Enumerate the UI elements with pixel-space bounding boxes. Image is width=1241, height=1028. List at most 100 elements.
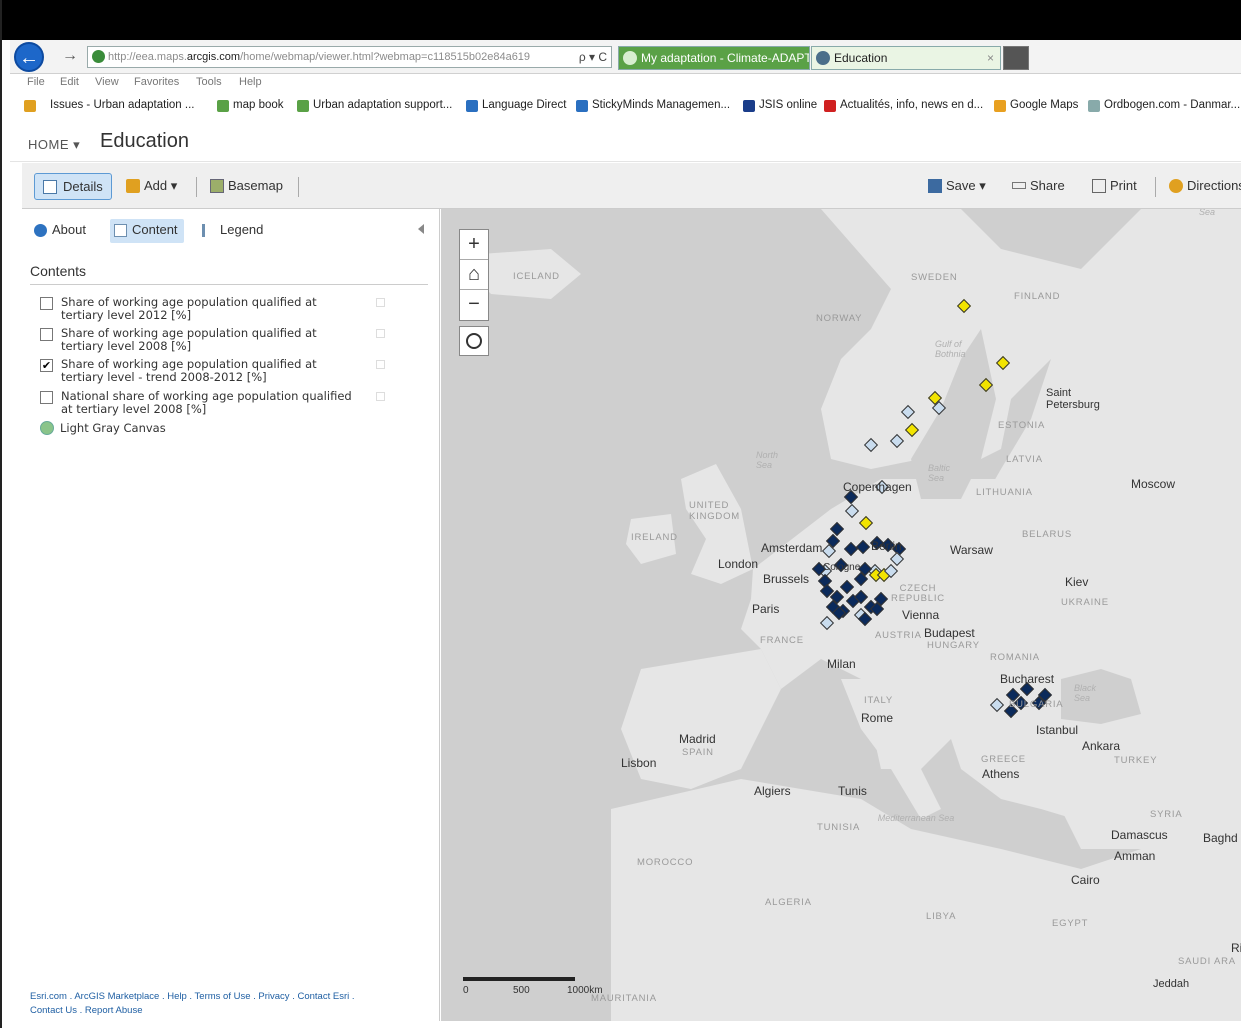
map-label: GREECE: [981, 754, 1026, 765]
favorite-issues[interactable]: Issues - Urban adaptation ...: [24, 99, 194, 112]
map-label: Berlin: [871, 539, 902, 553]
favorite-jsis[interactable]: JSIS online: [743, 99, 817, 112]
details-button[interactable]: Details: [34, 173, 112, 200]
favorite-label: Language Direct: [482, 99, 567, 111]
favorite-ordbogen[interactable]: Ordbogen.com - Danmar...: [1088, 99, 1240, 112]
panel-tabs: About Content Legend: [30, 219, 430, 243]
menu-file[interactable]: File: [27, 76, 45, 88]
home-menu[interactable]: HOME ▾: [28, 137, 80, 153]
browser-window: ← → http://eea.maps.arcgis.com/home/webm…: [0, 0, 1241, 1028]
close-icon[interactable]: ×: [987, 47, 994, 69]
locate-icon: [466, 333, 482, 349]
url-bar[interactable]: http://eea.maps.arcgis.com/home/webmap/v…: [87, 46, 612, 68]
basemap-layer[interactable]: Light Gray Canvas: [40, 421, 166, 435]
scale-label: 1000km: [567, 985, 603, 996]
map-label: Warsaw: [950, 543, 993, 557]
menu-view[interactable]: View: [95, 76, 119, 88]
share-button[interactable]: Share: [1008, 173, 1065, 200]
add-button[interactable]: Add ▾: [122, 173, 177, 200]
map-label: Cairo: [1071, 873, 1100, 887]
footer-line[interactable]: Contact Us . Report Abuse: [30, 1004, 430, 1018]
collapse-panel-icon[interactable]: [418, 224, 424, 234]
layer-checkbox[interactable]: [40, 328, 53, 341]
favorite-language-direct[interactable]: Language Direct: [466, 99, 567, 112]
layer-checkbox[interactable]: [40, 297, 53, 310]
favorites-bar: Issues - Urban adaptation ... map book U…: [10, 95, 1241, 117]
menu-favorites[interactable]: Favorites: [134, 76, 179, 88]
app-header: HOME ▾ Education: [10, 120, 1241, 162]
map-label: Copenhagen: [843, 480, 912, 494]
menu-edit[interactable]: Edit: [60, 76, 79, 88]
add-icon: [126, 179, 140, 193]
gear-icon: [297, 100, 309, 112]
save-icon: [928, 179, 942, 193]
directions-label: Directions: [1187, 178, 1241, 193]
star-icon: [24, 100, 36, 112]
map-label: Brussels: [763, 572, 810, 586]
layer-label: Share of working age population qualifie…: [61, 326, 317, 353]
directions-button[interactable]: Directions: [1165, 173, 1241, 200]
favorite-google-maps[interactable]: Google Maps: [994, 99, 1078, 112]
book-icon: [1088, 100, 1100, 112]
layer-options-icon[interactable]: [376, 392, 385, 401]
save-button[interactable]: Save ▾: [924, 173, 986, 200]
footer-line[interactable]: Esri.com . ArcGIS Marketplace . Help . T…: [30, 990, 430, 1004]
print-label: Print: [1110, 178, 1137, 193]
layer-options-icon[interactable]: [376, 329, 385, 338]
map-label: Moscow: [1131, 477, 1176, 491]
favorite-urban-adaptation[interactable]: Urban adaptation support...: [297, 99, 452, 112]
basemap-label: Basemap: [228, 178, 283, 193]
share-label: Share: [1030, 178, 1065, 193]
tab-climate-adapt[interactable]: My adaptation - Climate-ADAPT: [618, 46, 810, 70]
favorite-map-book[interactable]: map book: [217, 99, 284, 112]
favorite-label: Actualités, info, news en d...: [840, 99, 984, 111]
map-label: ICELAND: [513, 271, 560, 282]
new-tab-button[interactable]: [1003, 46, 1029, 70]
favorite-stickyminds[interactable]: StickyMinds Managemen...: [576, 99, 730, 112]
news-icon: [824, 100, 836, 112]
tab-about[interactable]: About: [30, 219, 92, 243]
printer-icon: [1092, 179, 1106, 193]
map-label: CZECH REPUBLIC: [891, 583, 945, 604]
contents-heading: Contents: [30, 263, 87, 279]
tab-legend[interactable]: Legend: [198, 219, 269, 243]
zoom-out-button[interactable]: −: [460, 290, 488, 320]
layer-options-icon[interactable]: [376, 360, 385, 369]
map-label: Istanbul: [1036, 723, 1079, 737]
layer-label: Share of working age population qualifie…: [61, 357, 317, 384]
layer-checkbox-checked[interactable]: ✔: [40, 359, 53, 372]
tab-education[interactable]: Education ×: [811, 46, 1001, 70]
print-button[interactable]: Print: [1088, 173, 1137, 200]
map-label: ALGERIA: [765, 897, 812, 908]
map-label: Saint Petersburg: [1046, 387, 1100, 411]
map-label: Jeddah: [1153, 978, 1190, 990]
menu-help[interactable]: Help: [239, 76, 262, 88]
layer-checkbox[interactable]: [40, 391, 53, 404]
url-controls[interactable]: ρ ▾ C: [575, 47, 607, 67]
menu-tools[interactable]: Tools: [196, 76, 222, 88]
home-extent-button[interactable]: ⌂: [460, 260, 488, 290]
map-label: ROMANIA: [990, 652, 1040, 663]
layer-options-icon[interactable]: [376, 298, 385, 307]
footer-links[interactable]: Esri.com . ArcGIS Marketplace . Help . T…: [30, 990, 430, 1018]
tab-content[interactable]: Content: [110, 219, 184, 243]
toolbar-divider: [196, 177, 197, 197]
locate-button[interactable]: [459, 326, 489, 356]
map-label: IRELAND: [631, 532, 678, 543]
favorite-actualites[interactable]: Actualités, info, news en d...: [824, 99, 984, 112]
zoom-in-button[interactable]: +: [460, 230, 488, 260]
tab-label: My adaptation - Climate-ADAPT: [641, 51, 810, 65]
map-view[interactable]: ICELAND SWEDEN FINLAND NORWAY Gulf of Bo…: [441, 209, 1241, 1021]
map-label: TURKEY: [1114, 755, 1158, 766]
save-label: Save ▾: [946, 178, 986, 193]
map-label: EGYPT: [1052, 918, 1089, 929]
basemap-button[interactable]: Basemap: [206, 173, 283, 200]
back-button[interactable]: ←: [14, 42, 44, 72]
map-label: Milan: [827, 657, 856, 671]
layer-label: Share of working age population qualifie…: [61, 295, 317, 322]
forward-button[interactable]: →: [62, 47, 78, 65]
map-label: London: [718, 557, 759, 571]
map-label: Damascus: [1111, 828, 1168, 842]
map-label: LATVIA: [1006, 454, 1043, 465]
divider: [30, 284, 428, 285]
